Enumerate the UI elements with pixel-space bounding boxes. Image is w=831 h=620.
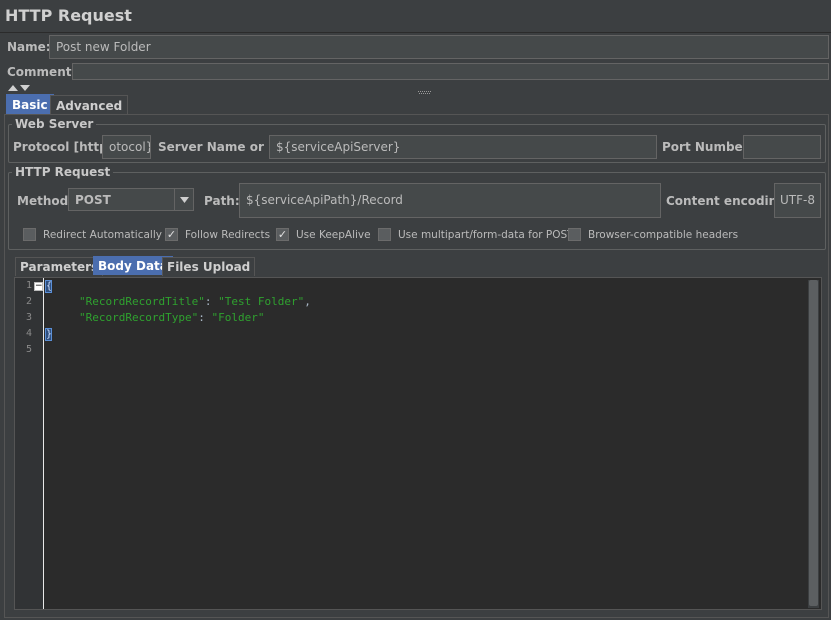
follow-redirects-label: Follow Redirects (185, 228, 271, 241)
redirect-automatically-label: Redirect Automatically (43, 228, 162, 241)
checkbox-unchecked-icon (378, 228, 391, 241)
multipart-checkbox[interactable]: Use multipart/form-data for POST (378, 228, 574, 241)
chevron-down-icon[interactable] (174, 189, 193, 210)
method-value: POST (75, 193, 111, 207)
checkmark-icon: ✓ (276, 228, 289, 241)
method-label: Method: (17, 194, 73, 208)
encoding-label: Content encoding: (666, 194, 791, 208)
checkbox-unchecked-icon (23, 228, 36, 241)
web-server-title: Web Server (12, 117, 97, 131)
fold-minus-icon[interactable]: − (34, 282, 43, 291)
json-key: "RecordRecordTitle" (79, 295, 205, 308)
splitter-grip-icon[interactable] (418, 84, 432, 94)
json-separator: : (204, 295, 219, 308)
redirect-automatically-checkbox[interactable]: Redirect Automatically (23, 228, 162, 241)
http-request-title: HTTP Request (12, 165, 114, 179)
multipart-label: Use multipart/form-data for POST (398, 228, 574, 241)
tab-body-data[interactable]: Body Data (93, 256, 173, 275)
name-label: Name: (7, 40, 51, 54)
browser-compatible-checkbox[interactable]: Browser-compatible headers (568, 228, 738, 241)
json-separator: : (198, 311, 212, 324)
use-keepalive-checkbox[interactable]: ✓ Use KeepAlive (276, 228, 371, 241)
server-input[interactable]: ${serviceApiServer} (269, 135, 657, 159)
name-input[interactable]: Post new Folder (49, 35, 829, 59)
json-value: "Folder" (211, 311, 265, 324)
checkmark-icon: ✓ (165, 228, 178, 241)
port-input[interactable] (743, 135, 821, 159)
line-number: 5 (25, 344, 32, 355)
code-line-2: "RecordRecordTitle": "Test Folder", (79, 295, 311, 308)
close-brace: } (45, 328, 53, 341)
collapse-arrows-icon[interactable] (7, 81, 37, 91)
page-title: HTTP Request (5, 6, 132, 25)
protocol-input[interactable]: otocol} (102, 135, 151, 159)
follow-redirects-checkbox[interactable]: ✓ Follow Redirects (165, 228, 270, 241)
server-label: Server Name or IP: (158, 140, 287, 154)
path-input[interactable]: ${serviceApiPath}/Record (239, 183, 661, 218)
checkbox-unchecked-icon (568, 228, 581, 241)
code-line-1: { (45, 279, 52, 293)
vertical-scrollbar[interactable] (808, 280, 819, 608)
tab-basic[interactable]: Basic (6, 94, 54, 114)
json-comma: , (304, 295, 311, 308)
open-brace: { (45, 280, 53, 293)
use-keepalive-label: Use KeepAlive (296, 228, 371, 241)
line-number: 2 (25, 296, 32, 307)
line-number: 4 (25, 328, 32, 339)
browser-compatible-label: Browser-compatible headers (588, 228, 739, 241)
encoding-input[interactable]: UTF-8 (774, 183, 821, 218)
body-data-editor[interactable]: 1 2 3 4 5 − { "RecordRecordTitle": "Test… (14, 277, 822, 610)
code-line-4: } (45, 327, 52, 341)
scrollbar-thumb[interactable] (809, 280, 818, 606)
path-label: Path: (204, 194, 240, 208)
line-number: 3 (25, 312, 32, 323)
json-value: "Test Folder" (218, 295, 305, 308)
tab-parameters[interactable]: Parameters (15, 257, 104, 276)
json-key: "RecordRecordType" (79, 311, 199, 324)
tab-files-upload[interactable]: Files Upload (162, 257, 256, 276)
code-line-3: "RecordRecordType": "Folder" (79, 311, 264, 324)
title-divider (0, 32, 831, 33)
comments-input[interactable] (72, 63, 829, 80)
tab-advanced[interactable]: Advanced (50, 95, 129, 115)
line-number: 1 (25, 280, 32, 291)
port-label: Port Number: (662, 140, 754, 154)
